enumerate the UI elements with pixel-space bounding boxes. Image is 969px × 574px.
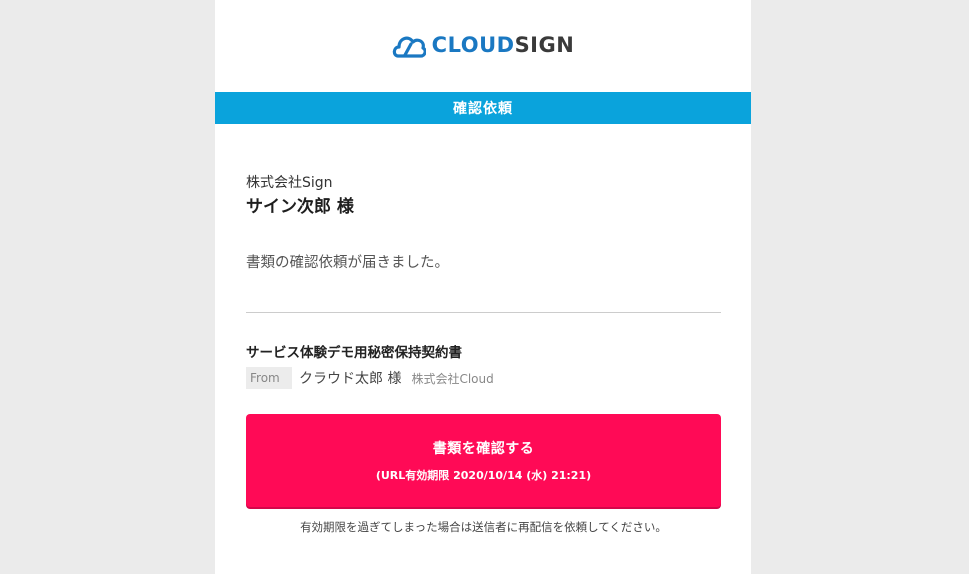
sender-company: 株式会社Cloud <box>411 371 494 386</box>
banner-title: 確認依頼 <box>453 101 513 117</box>
logo-wordmark: CLOUDSIGN <box>432 30 575 60</box>
sender-name: クラウド太郎 様 <box>299 371 402 387</box>
sender-row: From クラウド太郎 様 株式会社Cloud <box>246 367 494 389</box>
email-card: CLOUDSIGN 確認依頼 株式会社Sign サイン次郎 様 書類の確認依頼が… <box>215 0 751 574</box>
expiry-note: 有効期限を過ぎてしまった場合は送信者に再配信を依頼してください。 <box>300 520 667 534</box>
document-title: サービス体験デモ用秘密保持契約書 <box>246 345 462 361</box>
recipient-company: 株式会社Sign <box>246 175 333 191</box>
message-text: 書類の確認依頼が届きました。 <box>246 255 449 271</box>
url-expiry-text: (URL有効期限 2020/10/14 (水) 21:21) <box>375 469 592 482</box>
view-document-button-label: 書類を確認する <box>432 441 535 457</box>
logo-cloud-text: CLOUD <box>431 33 515 57</box>
from-badge: From <box>246 367 292 389</box>
cloudsign-logo-icon <box>392 32 426 58</box>
view-document-button[interactable]: 書類を確認する (URL有効期限 2020/10/14 (水) 21:21) <box>246 414 721 507</box>
cloudsign-logo: CLOUDSIGN <box>215 30 751 60</box>
recipient-name: サイン次郎 様 <box>246 197 354 217</box>
logo-sign-text: SIGN <box>514 33 575 57</box>
divider <box>246 312 721 313</box>
header-banner: 確認依頼 <box>215 92 751 124</box>
